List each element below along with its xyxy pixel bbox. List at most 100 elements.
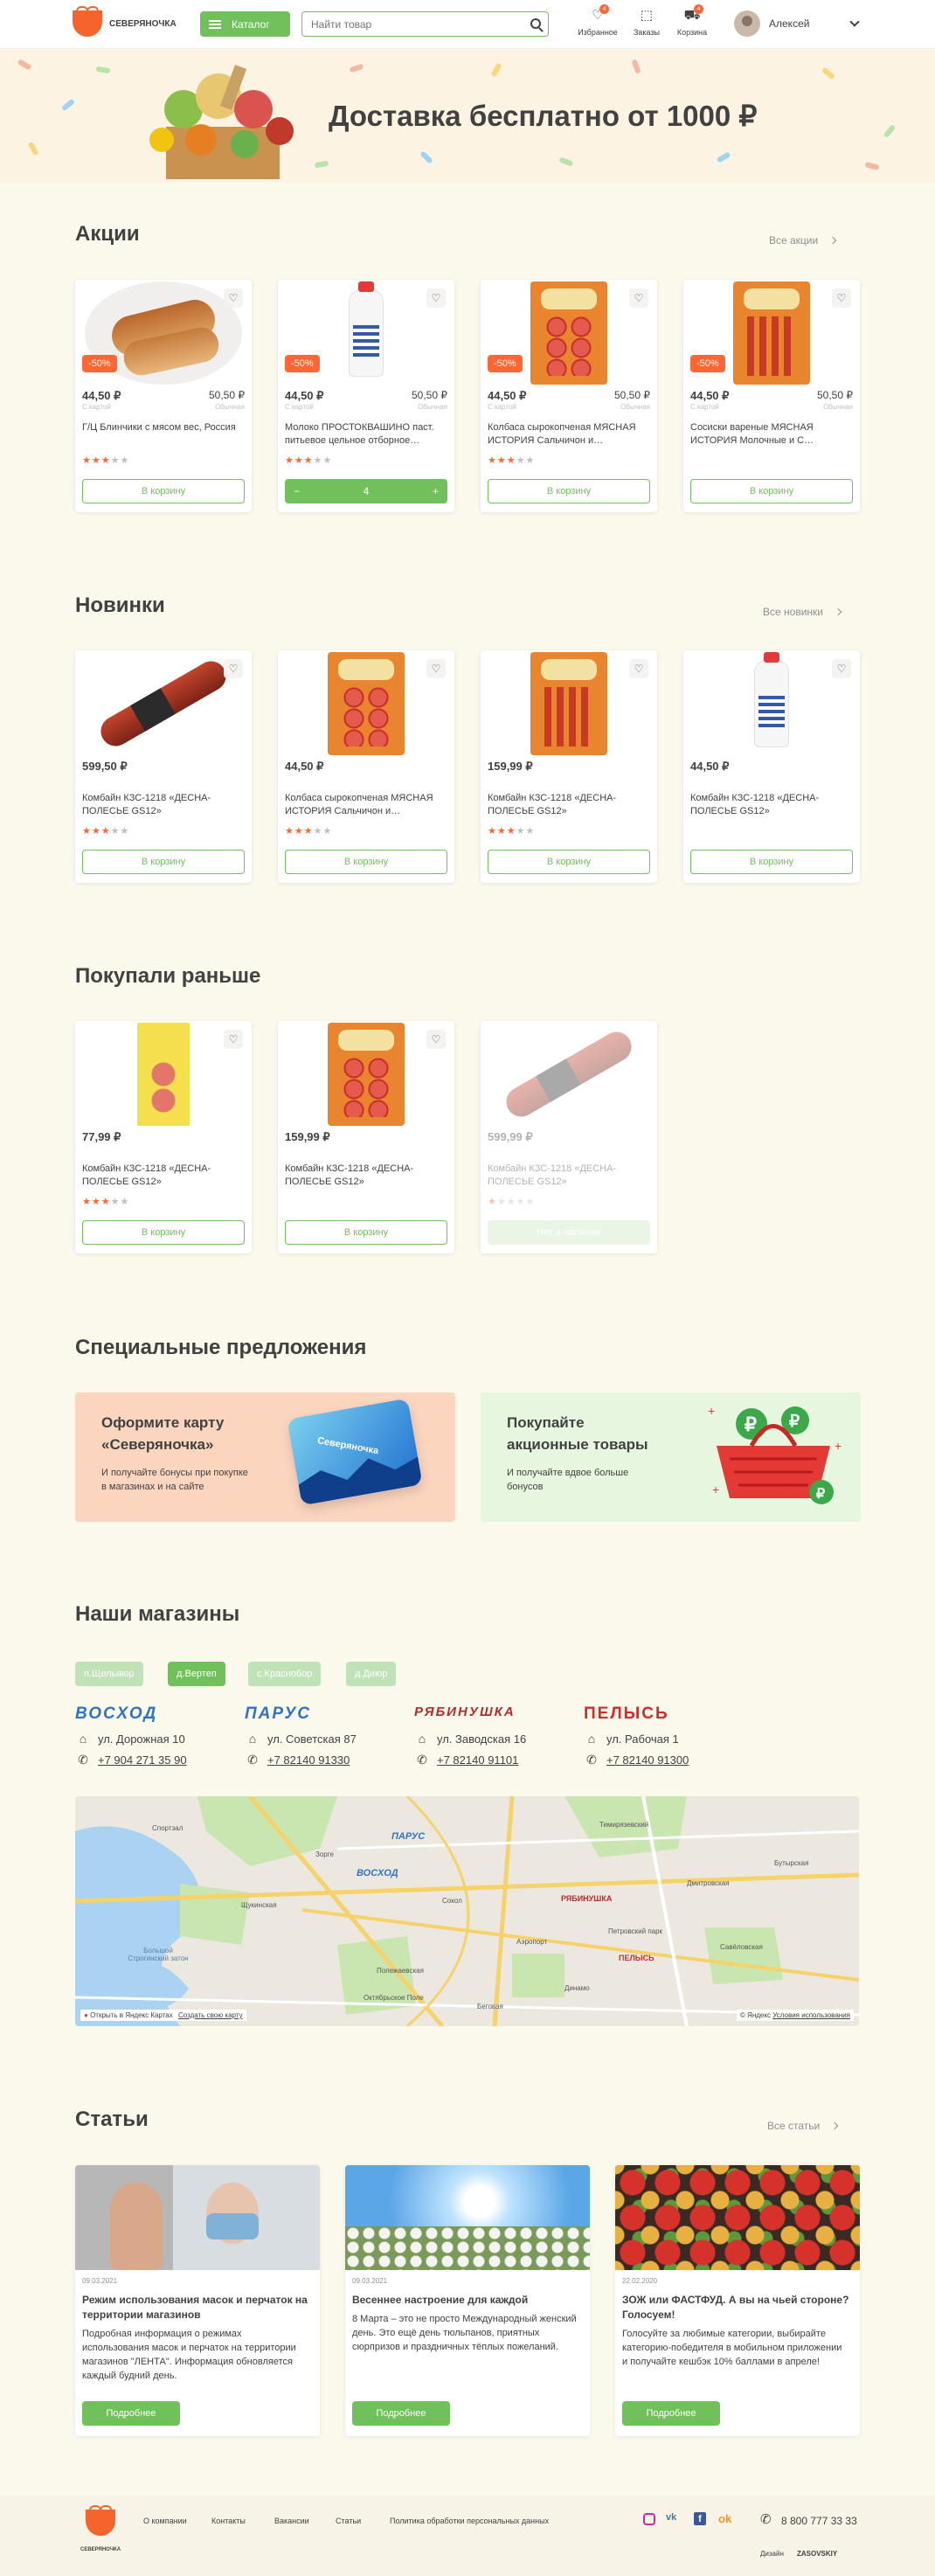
search-icon[interactable] xyxy=(530,18,541,29)
product-name[interactable]: Комбайн КЗС-1218 «ДЕСНА-ПОЛЕСЬЕ GS12» xyxy=(82,1163,245,1189)
product-name[interactable]: Комбайн КЗС-1218 «ДЕСНА-ПОЛЕСЬЕ GS12» xyxy=(488,792,650,818)
city-chip[interactable]: д.Диюр xyxy=(346,1662,397,1686)
footer-link-privacy[interactable]: Политика обработки персональных данных xyxy=(390,2517,549,2525)
product-name[interactable]: Г/Ц Блинчики с мясом вес, Россия xyxy=(82,421,245,448)
instagram-icon[interactable] xyxy=(643,2513,655,2525)
product-card[interactable]: ♡ -50% 44,50 ₽ 50,50 ₽ С картой Обычная … xyxy=(481,280,657,512)
store-item[interactable]: ПЕЛЫСЬ ⌂ ул. Рабочая 1 ✆ +7 82140 91300 xyxy=(584,1705,750,1767)
add-to-cart-button[interactable]: В корзину xyxy=(690,479,853,503)
product-name[interactable]: Сосиски вареные МЯСНАЯ ИСТОРИЯ Молочные … xyxy=(690,421,853,448)
map-label-pelys[interactable]: ПЕЛЫСЬ xyxy=(619,1954,654,1962)
add-to-cart-button[interactable]: В корзину xyxy=(285,850,447,874)
product-card[interactable]: ♡ 159,99 ₽ Комбайн КЗС-1218 «ДЕСНА-ПОЛЕС… xyxy=(278,1021,454,1253)
heart-icon[interactable]: ♡ xyxy=(629,659,648,678)
store-item[interactable]: РЯБИНУШКА ⌂ ул. Заводская 16 ✆ +7 82140 91… xyxy=(414,1705,580,1767)
footer-link-contacts[interactable]: Контакты xyxy=(211,2517,246,2525)
article-card[interactable]: 09.03.2021 Весеннее настроение для каждо… xyxy=(345,2165,590,2436)
minus-icon[interactable]: − xyxy=(294,485,300,497)
add-to-cart-button[interactable]: В корзину xyxy=(82,479,245,503)
all-articles-link[interactable]: Все статьи xyxy=(767,2120,839,2132)
all-promos-link[interactable]: Все акции xyxy=(769,234,837,246)
loyalty-card-promo[interactable]: Оформите карту «Северяночка» И получайте… xyxy=(75,1392,455,1522)
quantity-stepper[interactable]: − 4 + xyxy=(285,479,447,503)
logo[interactable]: СЕВЕРЯНОЧКА xyxy=(73,6,177,37)
designer-link[interactable]: ZASOVSKIY xyxy=(797,2550,837,2558)
footer-link-articles[interactable]: Статьи xyxy=(336,2517,361,2525)
add-to-cart-button[interactable]: В корзину xyxy=(82,850,245,874)
add-to-cart-button[interactable]: В корзину xyxy=(488,479,650,503)
product-card[interactable]: ♡ 77,99 ₽ Комбайн КЗС-1218 «ДЕСНА-ПОЛЕСЬ… xyxy=(75,1021,252,1253)
store-phone-link[interactable]: +7 82140 91330 xyxy=(267,1753,350,1767)
heart-icon[interactable]: ♡ xyxy=(224,1030,243,1049)
article-title[interactable]: ЗОЖ или ФАСТФУД. А вы на чьей стороне? Г… xyxy=(622,2293,849,2323)
product-name[interactable]: Комбайн КЗС-1218 «ДЕСНА-ПОЛЕСЬЕ GS12» xyxy=(82,792,245,818)
product-card[interactable]: ♡ -50% 44,50 ₽ 50,50 ₽ С картой Обычная … xyxy=(683,280,860,512)
article-card[interactable]: 09.03.2021 Режим использования масок и п… xyxy=(75,2165,320,2436)
nav-orders[interactable]: ⬚ Заказы xyxy=(626,7,668,37)
footer-phone[interactable]: 8 800 777 33 33 xyxy=(781,2515,857,2527)
add-to-cart-button[interactable]: В корзину xyxy=(690,850,853,874)
map-label-voskhod[interactable]: ВОСХОД xyxy=(357,1868,398,1878)
search-input[interactable] xyxy=(302,12,512,36)
store-phone-link[interactable]: +7 904 271 35 90 xyxy=(98,1753,187,1767)
city-chip[interactable]: п.Щельяюр xyxy=(75,1662,143,1686)
add-to-cart-button[interactable]: В корзину xyxy=(285,1220,447,1245)
store-item[interactable]: ВОСХОД ⌂ ул. Дорожная 10 ✆ +7 904 271 35 9… xyxy=(75,1705,241,1767)
stores-map[interactable]: ВОСХОД ПАРУС РЯБИНУШКА ПЕЛЫСЬ Спортзал Щ… xyxy=(75,1796,859,2026)
store-phone-link[interactable]: +7 82140 91300 xyxy=(606,1753,689,1767)
product-card[interactable]: ♡ 44,50 ₽ Колбаса сырокопченая МЯСНАЯ ИС… xyxy=(278,650,454,883)
footer-link-vacancies[interactable]: Вакансии xyxy=(274,2517,309,2525)
create-map-link[interactable]: Создать свою карту xyxy=(178,2011,243,2019)
product-name[interactable]: Комбайн КЗС-1218 «ДЕСНА-ПОЛЕСЬЕ GS12» xyxy=(690,792,853,818)
product-name[interactable]: Комбайн КЗС-1218 «ДЕСНА-ПОЛЕСЬЕ GS12» xyxy=(285,1163,447,1189)
ok-icon[interactable]: ok xyxy=(718,2512,731,2525)
all-new-link[interactable]: Все новинки xyxy=(763,606,842,618)
plus-icon[interactable]: + xyxy=(433,485,439,497)
product-card[interactable]: ♡ -50% 44,50 ₽ 50,50 ₽ С картой Обычная … xyxy=(75,280,252,512)
terms-link[interactable]: Условия использования xyxy=(772,2011,850,2019)
delivery-banner[interactable]: Доставка бесплатно от 1000 ₽ xyxy=(0,50,935,183)
article-card[interactable]: 22.02.2020 ЗОЖ или ФАСТФУД. А вы на чьей… xyxy=(615,2165,860,2436)
map-label-ryabinushka[interactable]: РЯБИНУШКА xyxy=(561,1894,612,1903)
nav-cart[interactable]: ⛟ 4 Корзина xyxy=(671,4,713,37)
heart-icon[interactable]: ♡ xyxy=(426,659,446,678)
user-menu[interactable]: Алексей xyxy=(734,10,861,37)
sale-goods-promo[interactable]: Покупайте акционные товары И получайте в… xyxy=(481,1392,861,1522)
facebook-icon[interactable]: f xyxy=(694,2512,706,2525)
read-more-button[interactable]: Подробнее xyxy=(352,2401,450,2426)
city-chip[interactable]: с.Краснобор xyxy=(248,1662,322,1686)
map-label-parus[interactable]: ПАРУС xyxy=(391,1831,425,1842)
heart-icon[interactable]: ♡ xyxy=(426,288,446,308)
heart-icon[interactable]: ♡ xyxy=(224,288,243,308)
store-item[interactable]: ПАРУС ⌂ ул. Советская 87 ✆ +7 82140 91330 xyxy=(245,1705,411,1767)
article-title[interactable]: Весеннее настроение для каждой xyxy=(352,2293,579,2308)
city-chip-active[interactable]: д.Вертеп xyxy=(168,1662,225,1686)
heart-icon[interactable]: ♡ xyxy=(629,288,648,308)
product-card[interactable]: ♡ 44,50 ₽ Комбайн КЗС-1218 «ДЕСНА-ПОЛЕСЬ… xyxy=(683,650,860,883)
product-card[interactable]: ♡ -50% 44,50 ₽ 50,50 ₽ С картой Обычная … xyxy=(278,280,454,512)
read-more-button[interactable]: Подробнее xyxy=(82,2401,180,2426)
add-to-cart-button[interactable]: В корзину xyxy=(488,850,650,874)
product-name[interactable]: Колбаса сырокопченая МЯСНАЯ ИСТОРИЯ Саль… xyxy=(488,421,650,448)
read-more-button[interactable]: Подробнее xyxy=(622,2401,720,2426)
footer-link-about[interactable]: О компании xyxy=(143,2517,187,2525)
product-card[interactable]: ♡ 599,50 ₽ Комбайн КЗС-1218 «ДЕСНА-ПОЛЕС… xyxy=(75,650,252,883)
product-name[interactable]: Комбайн КЗС-1218 «ДЕСНА-ПОЛЕСЬЕ GS12» xyxy=(488,1163,650,1189)
nav-favorites[interactable]: ♡ 4 Избранное xyxy=(577,4,619,37)
footer-logo[interactable]: СЕВЕРЯНОЧКА xyxy=(80,2504,121,2555)
article-title[interactable]: Режим использования масок и перчаток на … xyxy=(82,2293,309,2323)
vk-icon[interactable]: vk xyxy=(666,2512,676,2523)
product-name[interactable]: Колбаса сырокопченая МЯСНАЯ ИСТОРИЯ Саль… xyxy=(285,792,447,818)
add-to-cart-button[interactable]: В корзину xyxy=(82,1220,245,1245)
product-card[interactable]: ♡ 159,99 ₽ Комбайн КЗС-1218 «ДЕСНА-ПОЛЕС… xyxy=(481,650,657,883)
map-canvas[interactable] xyxy=(75,1796,859,2026)
product-card-unavailable[interactable]: 599,99 ₽ Комбайн КЗС-1218 «ДЕСНА-ПОЛЕСЬЕ… xyxy=(481,1021,657,1253)
heart-icon[interactable]: ♡ xyxy=(832,659,851,678)
heart-icon[interactable]: ♡ xyxy=(224,659,243,678)
heart-icon[interactable]: ♡ xyxy=(832,288,851,308)
heart-icon[interactable]: ♡ xyxy=(426,1030,446,1049)
product-name[interactable]: Молоко ПРОСТОКВАШИНО паст. питьевое цель… xyxy=(285,421,447,448)
open-in-yandex-maps[interactable]: ● Открыть в Яндекс Картах Создать свою к… xyxy=(80,2010,246,2021)
catalog-button[interactable]: Каталог xyxy=(200,11,290,37)
store-phone-link[interactable]: +7 82140 91101 xyxy=(437,1753,518,1767)
